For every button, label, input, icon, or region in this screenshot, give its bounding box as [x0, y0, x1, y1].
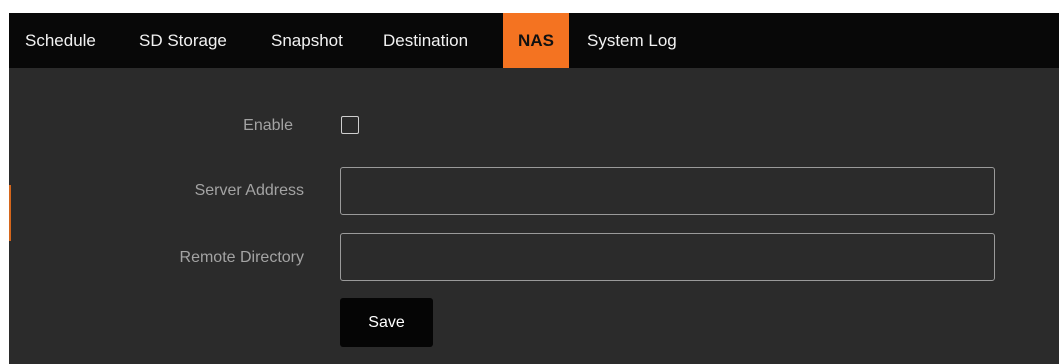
nas-settings-panel: Enable Server Address Remote Directory S… [9, 68, 1059, 364]
tab-schedule[interactable]: Schedule [25, 13, 96, 68]
save-button[interactable]: Save [340, 298, 433, 347]
server-address-label: Server Address [194, 182, 304, 199]
tab-bar: Schedule SD Storage Snapshot Destination… [9, 13, 1059, 68]
nas-settings-page: Schedule SD Storage Snapshot Destination… [0, 0, 1059, 364]
remote-directory-input[interactable] [340, 233, 995, 281]
tab-snapshot[interactable]: Snapshot [271, 13, 343, 68]
server-address-input[interactable] [340, 167, 995, 215]
remote-directory-label: Remote Directory [179, 249, 304, 266]
left-accent-divider [9, 185, 11, 241]
tab-nas[interactable]: NAS [503, 13, 569, 68]
enable-checkbox[interactable] [341, 116, 359, 134]
tab-system-log[interactable]: System Log [587, 13, 677, 68]
enable-label: Enable [243, 117, 293, 134]
tab-sd-storage[interactable]: SD Storage [139, 13, 227, 68]
tab-destination[interactable]: Destination [383, 13, 468, 68]
